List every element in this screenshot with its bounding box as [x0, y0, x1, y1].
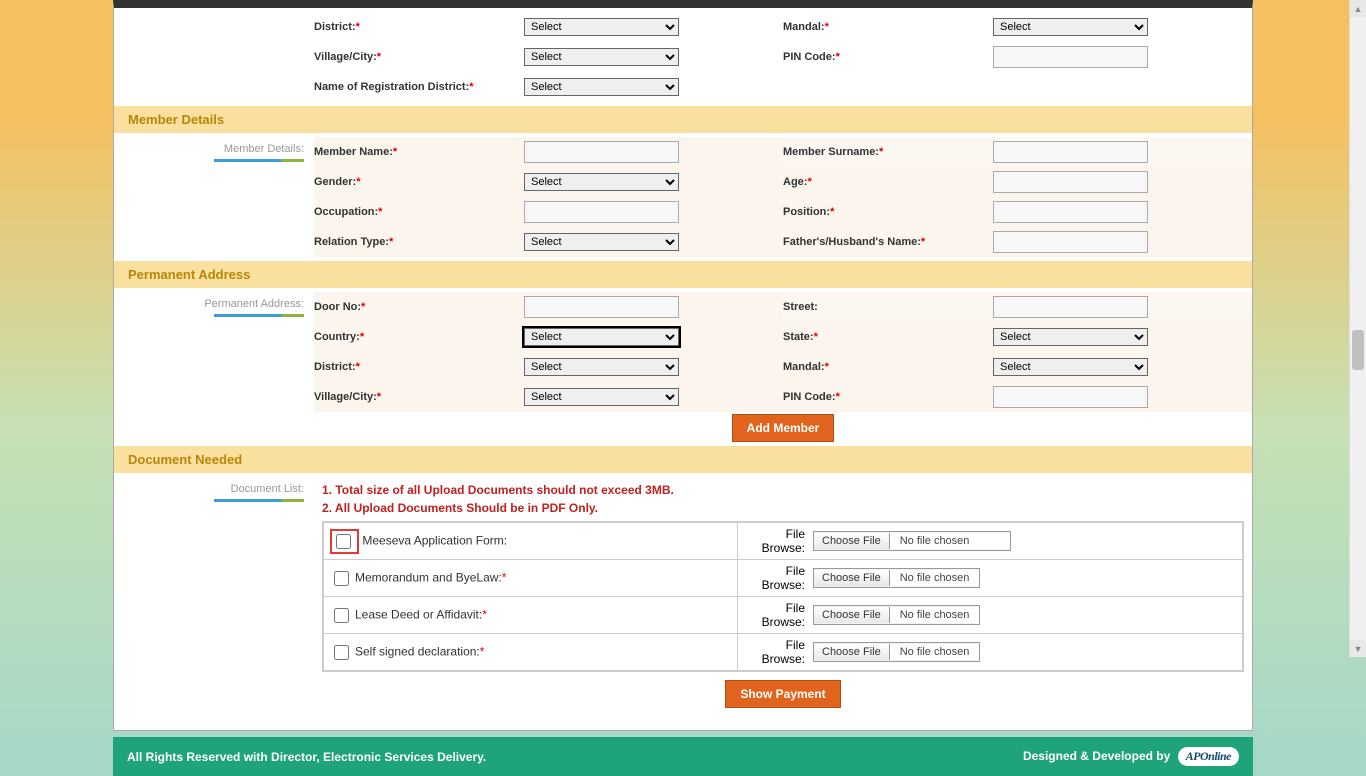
footer-left: All Rights Reserved with Director, Elect…: [127, 750, 486, 764]
district-select[interactable]: Select: [524, 18, 679, 36]
fathhus-label: Father's/Husband's Name:*: [783, 236, 993, 248]
doc-checkbox[interactable]: [334, 645, 349, 660]
doc-row: Lease Deed or Affidavit:*File Browse: Cho…: [323, 597, 1243, 634]
doc-note-2: 2. All Upload Documents Should be in PDF…: [322, 501, 1244, 515]
district-label: District:*: [314, 21, 524, 33]
file-input[interactable]: Choose FileNo file chosen: [813, 531, 1011, 551]
perm-pin-input[interactable]: [993, 386, 1148, 408]
doc-row-name: Self signed declaration:*: [323, 634, 737, 672]
file-status: No file chosen: [890, 607, 980, 623]
perm-side-col: Permanent Address:: [114, 288, 314, 446]
regdist-label: Name of Registration District:*: [314, 81, 524, 93]
age-label: Age:*: [783, 176, 993, 188]
file-status: No file chosen: [890, 570, 980, 586]
relation-select[interactable]: Select: [524, 233, 679, 251]
doc-side-col: Document List:: [114, 473, 314, 730]
door-label: Door No:*: [314, 301, 524, 313]
member-side-col: Member Details:: [114, 133, 314, 261]
choose-file-button[interactable]: Choose File: [814, 533, 890, 549]
perm-district-select[interactable]: Select: [524, 358, 679, 376]
state-label: State:*: [783, 331, 993, 343]
doc-row: Meeseva Application Form:File Browse: Cho…: [323, 522, 1243, 560]
position-input[interactable]: [993, 201, 1148, 223]
doc-table: Meeseva Application Form:File Browse:Cho…: [322, 521, 1244, 672]
doc-checkbox[interactable]: [334, 608, 349, 623]
street-label: Street:: [783, 301, 993, 313]
perm-mandal-select[interactable]: Select: [993, 358, 1148, 376]
file-input[interactable]: Choose FileNo file chosen: [813, 605, 980, 625]
doc-row-name: Memorandum and ByeLaw:*: [323, 560, 737, 597]
country-label: Country:*: [314, 331, 524, 343]
doc-row: Self signed declaration:*File Browse: Cho…: [323, 634, 1243, 672]
perm-mandal-label: Mandal:*: [783, 361, 993, 373]
scroll-thumb[interactable]: [1352, 330, 1364, 370]
gender-label: Gender:*: [314, 176, 524, 188]
footer: All Rights Reserved with Director, Elect…: [113, 737, 1253, 776]
doc-row-name: Meeseva Application Form:: [323, 522, 737, 560]
doc-checkbox[interactable]: [334, 571, 349, 586]
mandal-label: Mandal:*: [783, 21, 993, 33]
file-upload-cell: Choose FileNo file chosen: [807, 597, 1243, 634]
relation-label: Relation Type:*: [314, 236, 524, 248]
choose-file-button[interactable]: Choose File: [814, 607, 890, 623]
scroll-up-arrow[interactable]: ▲: [1350, 0, 1366, 17]
doc-row: Memorandum and ByeLaw:*File Browse: Choos…: [323, 560, 1243, 597]
doc-checkbox-highlight: [330, 529, 359, 554]
member-surname-input[interactable]: [993, 141, 1148, 163]
doc-checkbox[interactable]: [336, 534, 351, 549]
show-payment-button[interactable]: Show Payment: [725, 680, 840, 708]
pin-input[interactable]: [993, 46, 1148, 68]
door-input[interactable]: [524, 296, 679, 318]
doc-row-name: Lease Deed or Affidavit:*: [323, 597, 737, 634]
scroll-down-arrow[interactable]: ▼: [1350, 640, 1366, 657]
member-surname-label: Member Surname:*: [783, 146, 993, 158]
perm-village-label: Village/City:*: [314, 391, 524, 403]
member-name-label: Member Name:*: [314, 146, 524, 158]
member-details-header: Member Details: [114, 106, 1252, 133]
state-select[interactable]: Select: [993, 328, 1148, 346]
footer-right: Designed & Developed by APOnline: [1023, 747, 1239, 766]
aponline-logo: APOnline: [1178, 747, 1239, 766]
member-name-input[interactable]: [524, 141, 679, 163]
choose-file-button[interactable]: Choose File: [814, 570, 890, 586]
age-input[interactable]: [993, 171, 1148, 193]
top-section-side: [114, 8, 314, 106]
file-upload-cell: Choose FileNo file chosen: [807, 634, 1243, 672]
fathhus-input[interactable]: [993, 231, 1148, 253]
pin-label: PIN Code:*: [783, 51, 993, 63]
country-select[interactable]: Select: [524, 328, 679, 346]
file-status: No file chosen: [890, 644, 980, 660]
file-browse-label: File Browse:: [737, 634, 807, 672]
file-input[interactable]: Choose FileNo file chosen: [813, 568, 980, 588]
doc-note-1: 1. Total size of all Upload Documents sh…: [322, 483, 1244, 497]
street-input[interactable]: [993, 296, 1148, 318]
occupation-input[interactable]: [524, 201, 679, 223]
gender-select[interactable]: Select: [524, 173, 679, 191]
mandal-select[interactable]: Select: [993, 18, 1148, 36]
file-browse-label: File Browse:: [737, 560, 807, 597]
file-status: No file chosen: [890, 533, 1010, 549]
file-browse-label: File Browse:: [737, 522, 807, 560]
file-upload-cell: Choose FileNo file chosen: [807, 560, 1243, 597]
file-browse-label: File Browse:: [737, 597, 807, 634]
perm-village-select[interactable]: Select: [524, 388, 679, 406]
position-label: Position:*: [783, 206, 993, 218]
occupation-label: Occupation:*: [314, 206, 524, 218]
perm-pin-label: PIN Code:*: [783, 391, 993, 403]
village-label: Village/City:*: [314, 51, 524, 63]
perm-address-header: Permanent Address: [114, 261, 1252, 288]
doc-needed-header: Document Needed: [114, 446, 1252, 473]
add-member-button[interactable]: Add Member: [732, 414, 835, 442]
scrollbar[interactable]: ▲ ▼: [1349, 0, 1366, 657]
choose-file-button[interactable]: Choose File: [814, 644, 890, 660]
file-input[interactable]: Choose FileNo file chosen: [813, 642, 980, 662]
regdist-select[interactable]: Select: [524, 78, 679, 96]
perm-district-label: District:*: [314, 361, 524, 373]
village-select[interactable]: Select: [524, 48, 679, 66]
file-upload-cell: Choose FileNo file chosen: [807, 522, 1243, 560]
